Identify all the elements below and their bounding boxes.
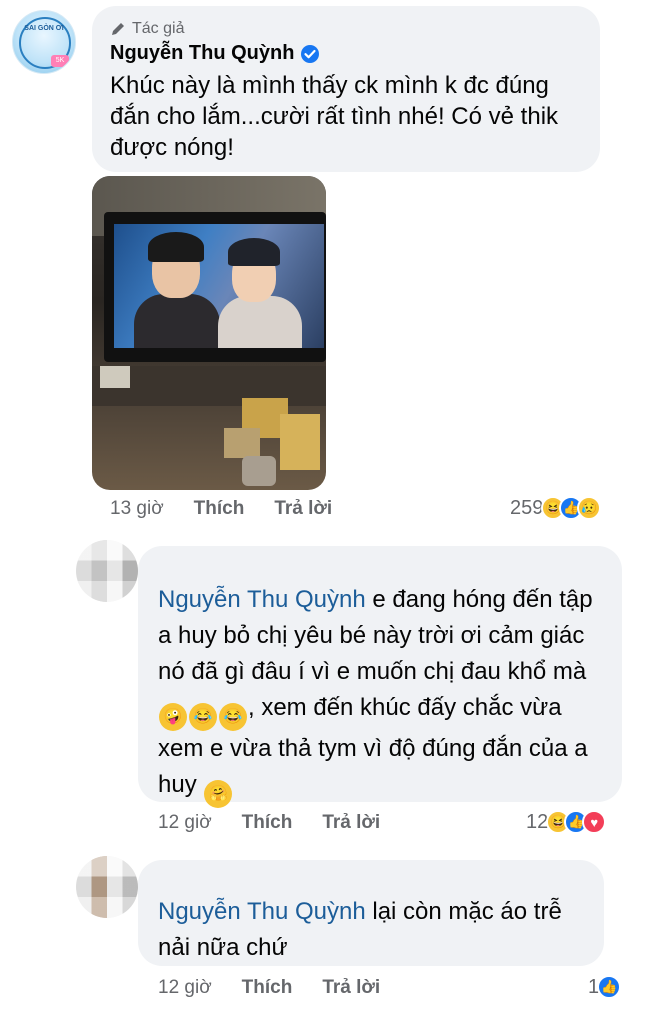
mention-link[interactable]: Nguyễn Thu Quỳnh	[158, 586, 366, 613]
comment-time[interactable]: 13 giờ	[110, 498, 164, 520]
zany-face-icon: 🤪	[159, 703, 187, 731]
reply-time[interactable]: 12 giờ	[158, 977, 212, 999]
photo-glass	[242, 456, 276, 486]
reply-button[interactable]: Trả lời	[274, 498, 332, 520]
photo-box	[224, 428, 260, 458]
avatar-badge-art: 5K	[51, 55, 69, 67]
photo-person-body	[218, 296, 302, 348]
photo-helmet	[148, 232, 204, 262]
comment-photo[interactable]	[92, 176, 326, 490]
reply-actions: 12 giờ Thích Trả lời	[158, 977, 380, 999]
reply-button[interactable]: Trả lời	[322, 812, 380, 834]
photo-box	[280, 414, 320, 470]
reaction-summary[interactable]: 259 😆 👍 😥	[510, 496, 602, 520]
like-button[interactable]: Thích	[242, 812, 293, 834]
avatar-caption-art: SAI GÒN ƠI	[24, 25, 64, 32]
reply-text: Nguyễn Thu Quỳnh lại còn mặc áo trễ nải …	[158, 894, 598, 966]
like-button[interactable]: Thích	[194, 498, 245, 520]
reaction-count: 259	[510, 496, 544, 519]
reply-button[interactable]: Trả lời	[322, 977, 380, 999]
verified-badge-icon	[301, 44, 320, 63]
photo-helmet	[228, 238, 280, 266]
love-icon: ♥	[582, 810, 607, 834]
reaction-count: 12	[526, 810, 549, 833]
reaction-summary[interactable]: 1 👍	[588, 975, 622, 999]
like-icon: 👍	[597, 975, 622, 999]
author-tag-label: Tác giả	[132, 20, 185, 37]
reaction-summary[interactable]: 12 😆 👍 ♥	[526, 810, 607, 834]
blurred-avatar[interactable]	[76, 540, 138, 602]
author-tag: Tác giả	[110, 20, 184, 38]
reply-time[interactable]: 12 giờ	[158, 812, 212, 834]
author-name-text[interactable]: Nguyễn Thu Quỳnh	[110, 42, 294, 65]
photo-person-body	[134, 294, 220, 348]
mention-link[interactable]: Nguyễn Thu Quỳnh	[158, 898, 366, 925]
photo-object	[100, 366, 130, 388]
reply-text: Nguyễn Thu Quỳnh e đang hóng đến tập a h…	[158, 582, 608, 808]
author-name[interactable]: Nguyễn Thu Quỳnh	[110, 42, 320, 65]
comment-text: Khúc này là mình thấy ck mình k đc đúng …	[110, 72, 559, 161]
author-avatar[interactable]: SAI GÒN ƠI 5K	[12, 10, 76, 74]
hugging-face-icon: 🤗	[204, 780, 233, 808]
sad-icon: 😥	[577, 496, 602, 520]
reply-actions: 12 giờ Thích Trả lời	[158, 812, 380, 834]
blurred-avatar[interactable]	[76, 856, 138, 918]
comment-actions: 13 giờ Thích Trả lời	[110, 498, 332, 520]
tears-joy-icon: 😂	[219, 703, 247, 731]
tears-joy-icon: 😂	[189, 703, 217, 731]
like-button[interactable]: Thích	[242, 977, 293, 999]
pen-icon	[112, 23, 124, 35]
